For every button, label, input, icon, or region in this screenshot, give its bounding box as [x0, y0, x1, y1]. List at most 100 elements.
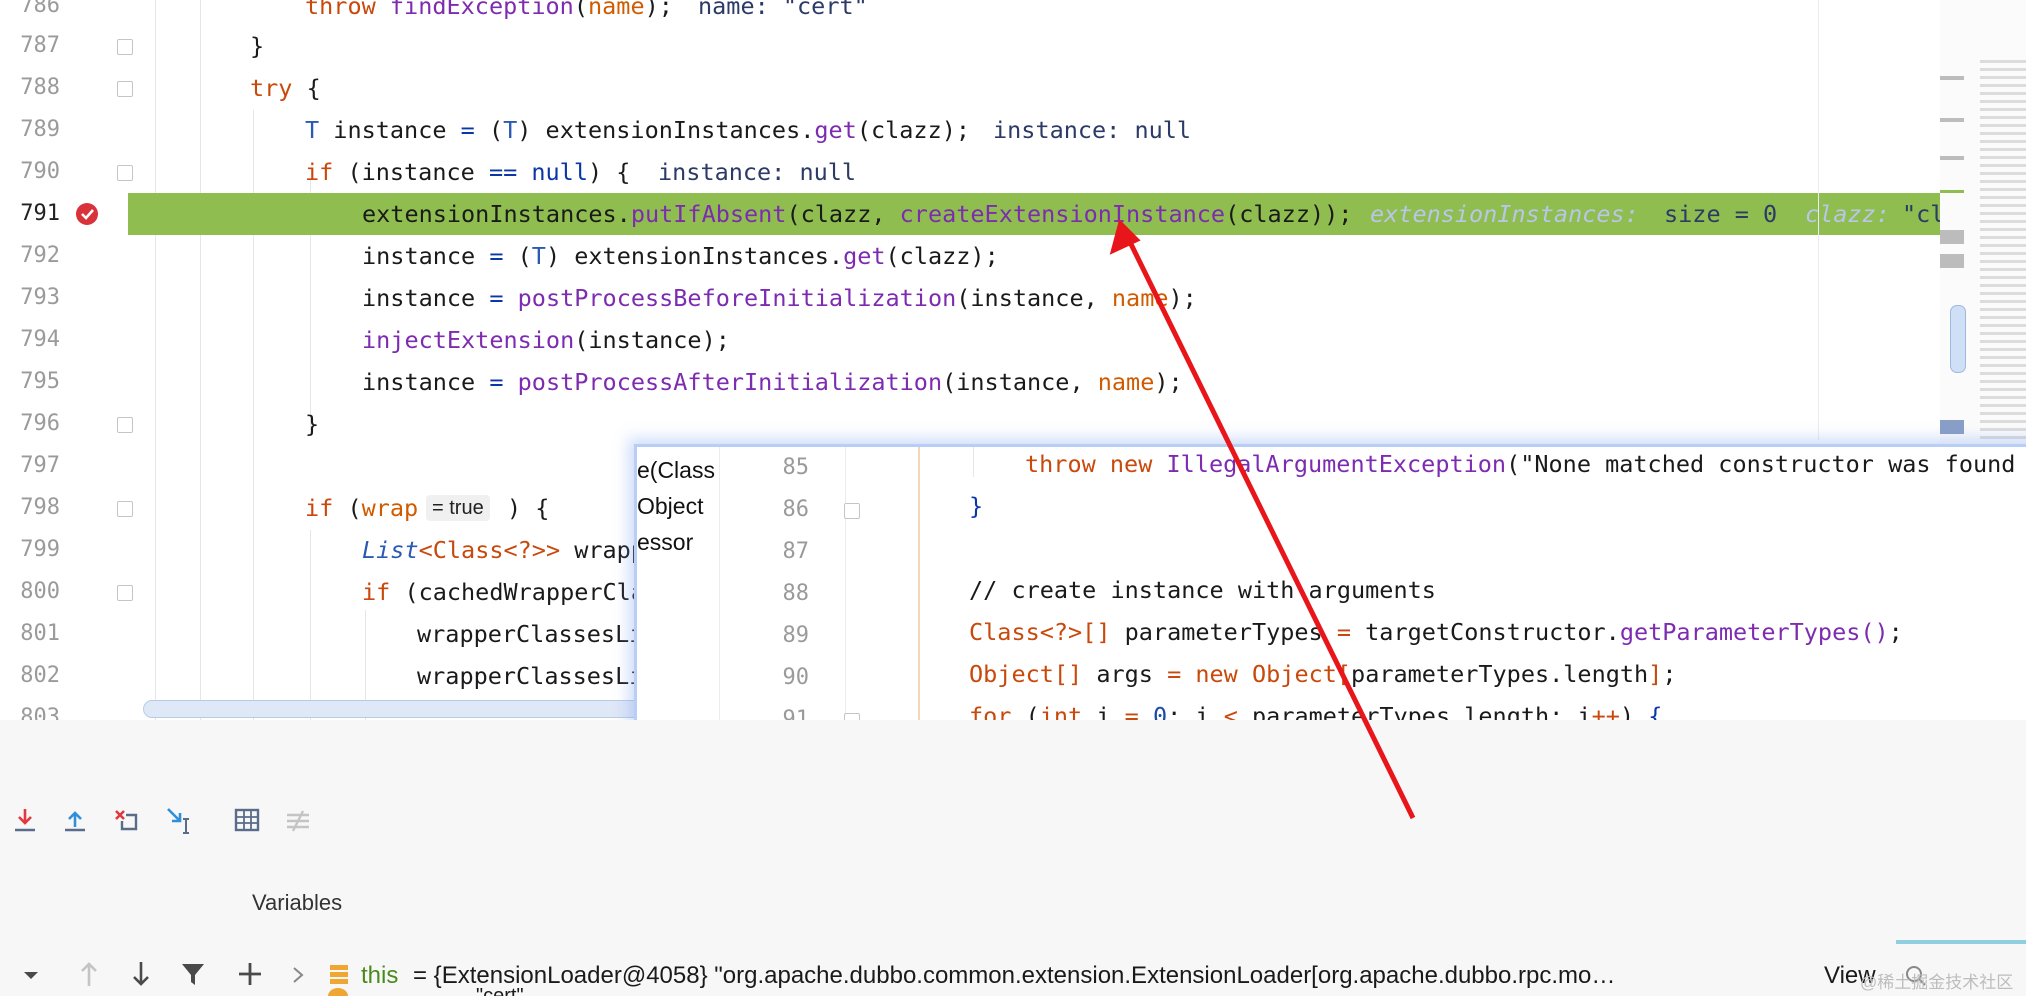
code-text: instance = postProcessBeforeInitializati… — [362, 284, 1197, 312]
step-out-icon[interactable] — [60, 805, 90, 835]
line-number: 799 — [20, 537, 60, 562]
line-number: 801 — [20, 621, 60, 646]
fold-marker-icon[interactable] — [117, 81, 133, 97]
code-text: Class<?>[] parameterTypes = targetConstr… — [969, 618, 1903, 646]
filter-icon[interactable] — [180, 960, 206, 988]
minimap-mark — [1940, 230, 1964, 244]
minimap-mark — [1940, 190, 1964, 193]
step-over-icon[interactable] — [10, 805, 40, 835]
code-text: throw new IllegalArgumentException("None… — [1025, 450, 2016, 478]
line-number: 85 — [782, 455, 810, 480]
hidden-code-fragment: essor — [637, 529, 694, 555]
code-text: } — [969, 492, 984, 520]
trace-stream-icon[interactable] — [283, 805, 313, 835]
fold-marker-icon[interactable] — [117, 39, 133, 55]
inline-hint-badge: = true — [426, 495, 490, 521]
code-text: try { — [250, 74, 321, 102]
fold-marker-icon[interactable] — [117, 585, 133, 601]
code-text: throw findException(name); — [305, 0, 673, 20]
line-number: 796 — [20, 411, 60, 436]
code-text: } — [250, 32, 265, 60]
minimap-preview — [1980, 60, 2026, 440]
code-text: T instance = (T) extensionInstances.get(… — [305, 116, 971, 144]
panel-indicator — [1896, 940, 2026, 944]
run-to-cursor-icon[interactable] — [164, 805, 194, 835]
inline-value: size = 0 — [1664, 200, 1778, 228]
line-number: 791 — [20, 201, 60, 226]
line-number: 88 — [782, 581, 810, 606]
line-number: 87 — [782, 539, 810, 564]
line-number: 789 — [20, 117, 60, 142]
breakpoint-icon[interactable] — [74, 201, 100, 227]
line-number: 790 — [20, 159, 60, 184]
horizontal-scrollbar[interactable] — [143, 700, 665, 718]
variable-name: this — [361, 962, 399, 989]
inline-value-label: extensionInstances: — [1370, 200, 1639, 228]
code-line-791: 791 extensionInstances.putIfAbsent(clazz… — [0, 193, 2026, 235]
scrollbar-thumb[interactable] — [1950, 305, 1966, 373]
line-number: 800 — [20, 579, 60, 604]
code-text: wrapperClassesLi — [417, 620, 644, 648]
hidden-code-fragment: e(Class — [637, 457, 715, 483]
code-text: ) { — [507, 494, 550, 522]
variable-value: "cert" — [476, 986, 524, 996]
code-text: wrapperClassesLi — [417, 662, 644, 690]
inline-value: instance: null — [658, 158, 857, 186]
line-number: 793 — [20, 285, 60, 310]
minimap-mark — [1940, 118, 1964, 122]
line-number: 794 — [20, 327, 60, 352]
code-line-787: 787 } — [0, 25, 2026, 67]
line-number: 797 — [20, 453, 60, 478]
debug-panel: Variables this = {ExtensionLoader@4058} … — [0, 720, 2026, 996]
code-text: instance = (T) extensionInstances.get(cl… — [362, 242, 999, 270]
code-line-786: 786 throw findException(name); name: "ce… — [0, 0, 2026, 27]
code-line-794: 794 injectExtension(instance); — [0, 319, 2026, 361]
field-icon — [328, 988, 348, 996]
line-number: 86 — [782, 497, 810, 522]
inline-value: name: "cert" — [698, 0, 868, 20]
code-line-790: 790 if (instance == null) { instance: nu… — [0, 151, 2026, 193]
minimap-mark — [1940, 254, 1964, 268]
chevron-right-icon[interactable] — [290, 964, 306, 986]
line-number: 787 — [20, 33, 60, 58]
line-number: 90 — [782, 665, 810, 690]
code-text: List<Class<?>> wrapp — [362, 536, 645, 564]
line-number: 802 — [20, 663, 60, 688]
variables-tab-label[interactable]: Variables — [252, 890, 342, 916]
watermark: @稀土掘金技术社区 — [1860, 973, 2014, 992]
code-text: Object[] args = new Object[parameterType… — [969, 660, 1677, 688]
code-text: extensionInstances.putIfAbsent(clazz, cr… — [362, 200, 1353, 228]
code-text: instance = postProcessAfterInitializatio… — [362, 368, 1183, 396]
line-number: 798 — [20, 495, 60, 520]
code-text: } — [305, 410, 320, 438]
code-line-792: 792 instance = (T) extensionInstances.ge… — [0, 235, 2026, 277]
minimap-mark — [1940, 156, 1964, 160]
line-number: 795 — [20, 369, 60, 394]
hidden-code-fragment: Object — [637, 493, 704, 519]
right-margin-guide — [1818, 0, 1819, 440]
fold-marker-icon[interactable] — [117, 165, 133, 181]
code-comment: // create instance with arguments — [969, 576, 1436, 604]
line-number: 803 — [20, 705, 60, 720]
drop-frame-icon[interactable] — [112, 805, 142, 835]
inline-value: instance: null — [993, 116, 1192, 144]
arrow-down-icon[interactable] — [130, 960, 152, 988]
code-line-788: 788 try { — [0, 67, 2026, 109]
evaluate-expression-icon[interactable] — [232, 805, 262, 835]
minimap-mark — [1940, 420, 1964, 434]
code-text: injectExtension(instance); — [362, 326, 730, 354]
fold-marker-icon[interactable] — [844, 503, 860, 519]
line-number: 786 — [20, 0, 60, 18]
minimap-mark — [1940, 76, 1964, 80]
chevron-down-icon[interactable] — [20, 964, 42, 986]
code-text: if (wrap — [305, 494, 419, 522]
line-number: 792 — [20, 243, 60, 268]
add-icon[interactable] — [236, 960, 264, 988]
fold-marker-icon[interactable] — [117, 417, 133, 433]
fold-marker-icon[interactable] — [117, 501, 133, 517]
arrow-up-icon[interactable] — [78, 960, 100, 988]
code-text: if (cachedWrapperCla — [362, 578, 645, 606]
variable-value: = {ExtensionLoader@4058} "org.apache.dub… — [413, 962, 1616, 989]
code-line-793: 793 instance = postProcessBeforeInitiali… — [0, 277, 2026, 319]
line-number: 788 — [20, 75, 60, 100]
